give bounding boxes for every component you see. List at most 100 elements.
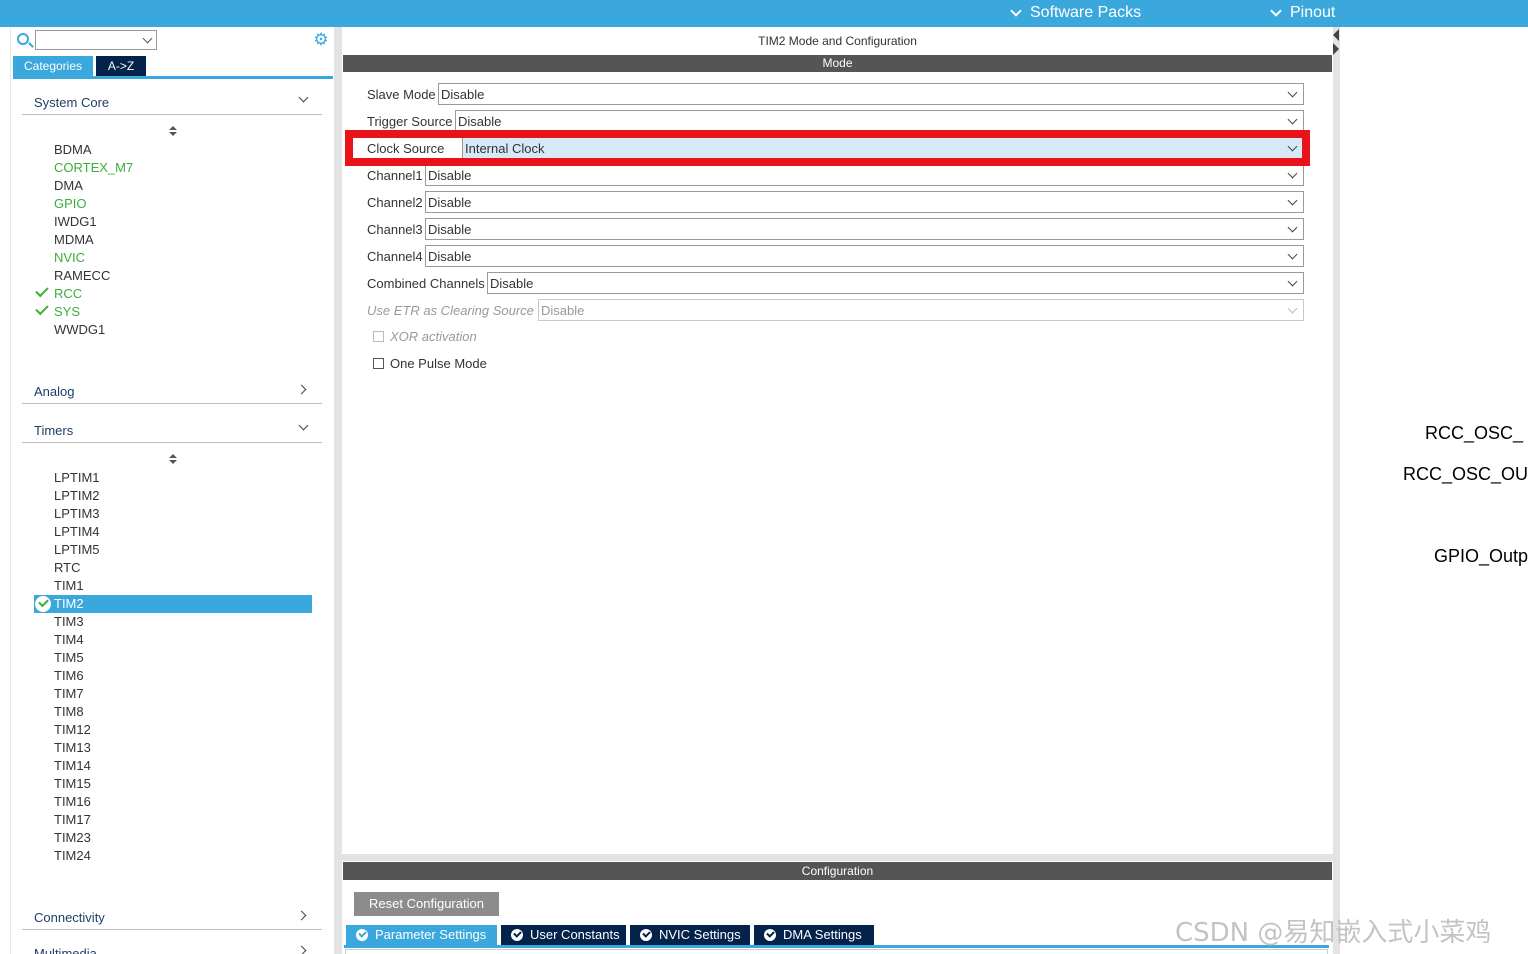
category-connectivity[interactable]: Connectivity [22, 906, 322, 930]
category-label: System Core [34, 95, 110, 110]
peripheral-item-sys[interactable]: SYS [34, 301, 312, 321]
pinout-menu[interactable]: Pinout [1270, 4, 1335, 22]
tab-categories[interactable]: Categories [13, 56, 93, 76]
mode-section-header: Mode [343, 55, 1332, 72]
peripheral-item-gpio[interactable]: GPIO [34, 195, 312, 213]
channel3-row: Channel3 Disable [367, 218, 1304, 240]
peripheral-item-lptim5[interactable]: LPTIM5 [34, 541, 312, 559]
channel2-select[interactable]: Disable [425, 191, 1304, 213]
peripheral-item-tim3[interactable]: TIM3 [34, 613, 312, 631]
category-multimedia[interactable]: Multimedia [22, 941, 322, 954]
category-label: Analog [34, 384, 75, 399]
channel1-row: Channel1 Disable [367, 164, 1304, 186]
tab-label: Parameter Settings [375, 927, 487, 942]
tab-label: DMA Settings [783, 927, 862, 942]
category-label: Timers [34, 423, 74, 438]
select-value: Disable [428, 222, 472, 237]
peripheral-item-tim2[interactable]: TIM2 [34, 595, 312, 613]
peripheral-label: GPIO [54, 196, 87, 211]
pin-label[interactable]: RCC_OSC_ [1425, 423, 1523, 444]
peripheral-item-tim7[interactable]: TIM7 [34, 685, 312, 703]
tab-parameter-settings[interactable]: Parameter Settings [346, 925, 497, 945]
peripheral-item-tim24[interactable]: TIM24 [34, 847, 312, 865]
peripheral-item-dma[interactable]: DMA [34, 177, 312, 195]
category-system-core[interactable]: System Core [22, 91, 322, 115]
peripheral-label: TIM8 [54, 704, 84, 719]
peripheral-item-lptim4[interactable]: LPTIM4 [34, 523, 312, 541]
sort-icon[interactable] [168, 126, 178, 138]
right-splitter[interactable] [1333, 27, 1340, 954]
combined-channels-label: Combined Channels [367, 276, 485, 291]
select-value: Disable [541, 303, 585, 318]
horizontal-splitter[interactable] [342, 854, 1333, 861]
peripheral-item-cortex_m7[interactable]: CORTEX_M7 [34, 159, 312, 177]
trigger-source-select[interactable]: Disable [455, 110, 1304, 132]
peripheral-label: TIM12 [54, 722, 91, 737]
peripheral-item-tim5[interactable]: TIM5 [34, 649, 312, 667]
peripheral-item-tim1[interactable]: TIM1 [34, 577, 312, 595]
peripheral-item-tim13[interactable]: TIM13 [34, 739, 312, 757]
pin-label[interactable]: RCC_OSC_OU [1403, 464, 1528, 485]
category-analog[interactable]: Analog [22, 380, 322, 404]
checkbox-box [373, 331, 384, 342]
tab-a-to-z[interactable]: A->Z [96, 56, 146, 76]
peripheral-item-wwdg1[interactable]: WWDG1 [34, 321, 312, 339]
peripheral-item-ramecc[interactable]: RAMECC [34, 267, 312, 285]
peripheral-item-iwdg1[interactable]: IWDG1 [34, 213, 312, 231]
chevron-right-icon [296, 910, 307, 921]
peripheral-item-tim23[interactable]: TIM23 [34, 829, 312, 847]
software-packs-menu[interactable]: Software Packs [1010, 4, 1141, 22]
chevron-down-icon [1287, 276, 1298, 287]
chevron-down-icon [1287, 195, 1298, 206]
tab-dma-settings[interactable]: DMA Settings [754, 925, 874, 945]
combined-channels-select[interactable]: Disable [487, 272, 1304, 294]
chevron-down-icon [1270, 4, 1282, 17]
tab-user-constants[interactable]: User Constants [501, 925, 626, 945]
search-input[interactable] [35, 30, 157, 50]
peripheral-item-tim16[interactable]: TIM16 [34, 793, 312, 811]
channel4-select[interactable]: Disable [425, 245, 1304, 267]
checkbox-box[interactable] [373, 358, 384, 369]
gear-icon[interactable]: ⚙ [313, 31, 329, 48]
peripheral-label: TIM2 [54, 596, 84, 611]
sort-icon[interactable] [168, 454, 178, 466]
slave-mode-select[interactable]: Disable [438, 83, 1304, 105]
peripheral-item-nvic[interactable]: NVIC [34, 249, 312, 267]
categories-panel: ⚙ Categories A->Z System Core BDMA CORTEX… [10, 27, 334, 954]
peripheral-label: LPTIM3 [54, 506, 100, 521]
peripheral-item-rtc[interactable]: RTC [34, 559, 312, 577]
select-value: Disable [490, 276, 534, 291]
expand-right-icon[interactable] [1333, 43, 1339, 55]
peripheral-item-tim12[interactable]: TIM12 [34, 721, 312, 739]
category-timers[interactable]: Timers [22, 419, 322, 443]
pin-label[interactable]: GPIO_Outp [1434, 546, 1528, 567]
checkbox-label: XOR activation [390, 329, 477, 344]
peripheral-item-tim6[interactable]: TIM6 [34, 667, 312, 685]
peripheral-label: TIM15 [54, 776, 91, 791]
channel3-select[interactable]: Disable [425, 218, 1304, 240]
left-splitter[interactable] [334, 27, 342, 954]
peripheral-item-rcc[interactable]: RCC [34, 283, 312, 303]
peripheral-item-tim8[interactable]: TIM8 [34, 703, 312, 721]
tab-nvic-settings[interactable]: NVIC Settings [630, 925, 750, 945]
peripheral-label: BDMA [54, 142, 92, 157]
peripheral-item-lptim1[interactable]: LPTIM1 [34, 469, 312, 487]
search-icon[interactable] [17, 33, 29, 45]
channel1-select[interactable]: Disable [425, 164, 1304, 186]
chevron-down-icon [1287, 87, 1298, 98]
peripheral-label: DMA [54, 178, 83, 193]
peripheral-label: TIM24 [54, 848, 91, 863]
peripheral-item-lptim3[interactable]: LPTIM3 [34, 505, 312, 523]
peripheral-item-bdma[interactable]: BDMA [34, 141, 312, 159]
slave-mode-row: Slave Mode Disable [367, 83, 1304, 105]
peripheral-label: TIM4 [54, 632, 84, 647]
peripheral-item-tim14[interactable]: TIM14 [34, 757, 312, 775]
peripheral-item-tim15[interactable]: TIM15 [34, 775, 312, 793]
collapse-left-icon[interactable] [1333, 29, 1339, 41]
peripheral-item-lptim2[interactable]: LPTIM2 [34, 487, 312, 505]
reset-configuration-button[interactable]: Reset Configuration [354, 892, 499, 916]
peripheral-item-tim4[interactable]: TIM4 [34, 631, 312, 649]
peripheral-item-tim17[interactable]: TIM17 [34, 811, 312, 829]
peripheral-item-mdma[interactable]: MDMA [34, 231, 312, 249]
use-etr-as-clearing-source-row: Use ETR as Clearing Source Disable [367, 299, 1304, 321]
